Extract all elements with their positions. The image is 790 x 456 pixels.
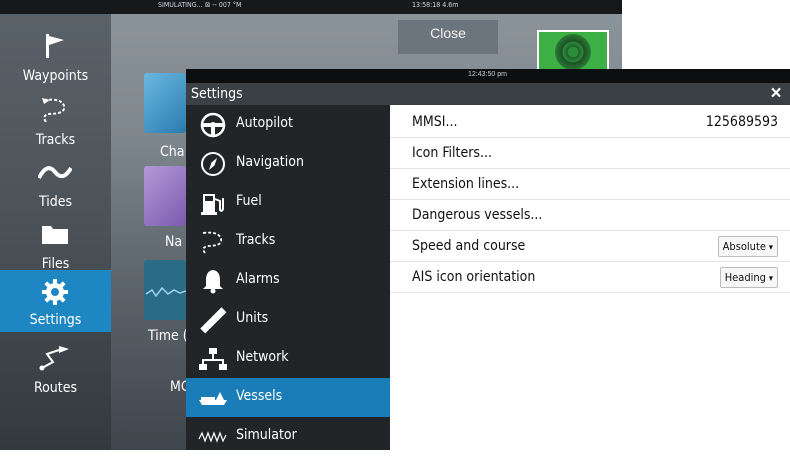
routes-icon (37, 342, 73, 374)
chart-app-label: Cha (160, 144, 185, 160)
radar-icon (555, 34, 591, 70)
settings-menu: Autopilot Navigation Fuel Tracks Alarms (186, 105, 390, 450)
tracks-icon (198, 227, 228, 257)
menu-item-autopilot[interactable]: Autopilot (186, 105, 390, 144)
dangerous-vessels-label: Dangerous vessels... (412, 207, 543, 223)
menu-label: Tracks (236, 232, 276, 248)
clock: 12:43:50 pm (468, 71, 507, 78)
menu-label: Alarms (236, 271, 280, 287)
menu-label: Vessels (236, 388, 283, 404)
time-plot-app-label: Time ( (148, 328, 188, 344)
status-bar: SIMULATING... ⊠ -- 007 °M 13:58:18 4.6m (0, 0, 622, 14)
dropdown-value: Heading (724, 271, 766, 284)
ais-icon-orientation-label: AIS icon orientation (412, 269, 536, 285)
extension-lines-label: Extension lines... (412, 176, 520, 192)
simulating-indicator: SIMULATING... (158, 1, 203, 9)
dock-label: Routes (33, 380, 78, 396)
icon-filters-label: Icon Filters... (412, 145, 492, 161)
row-extension-lines[interactable]: Extension lines... (390, 169, 790, 200)
dock-item-tracks[interactable]: Tracks (0, 88, 111, 152)
radar-app-tile[interactable] (537, 30, 609, 74)
menu-label: Fuel (236, 193, 262, 209)
menu-label: Simulator (236, 427, 297, 443)
side-dock: Waypoints Tracks Tides Files Settings Ro… (0, 14, 111, 450)
close-button[interactable]: Close (398, 20, 498, 54)
settings-titlebar: Settings × (186, 83, 790, 105)
close-icon[interactable]: × (766, 84, 786, 104)
dropdown-value: Absolute (722, 240, 766, 253)
settings-dialog: 12:43:50 pm Settings × Autopilot Navigat… (186, 69, 790, 450)
dock-label: Settings (29, 312, 82, 328)
flag-icon (37, 30, 73, 62)
menu-label: Navigation (236, 154, 304, 170)
vessels-icon (198, 383, 228, 413)
row-mmsi[interactable]: MMSI... 125689593 (390, 107, 790, 138)
menu-item-navigation[interactable]: Navigation (186, 144, 390, 183)
dock-item-files[interactable]: Files (0, 212, 111, 276)
autopilot-wheel-icon (198, 110, 228, 140)
mmsi-value: 125689593 (705, 114, 778, 130)
menu-label: Autopilot (236, 115, 293, 131)
folder-icon (37, 218, 73, 250)
mmsi-label: MMSI... (412, 114, 458, 130)
ruler-icon (198, 305, 228, 335)
settings-title: Settings (191, 86, 243, 102)
menu-item-vessels[interactable]: Vessels (186, 378, 390, 417)
menu-label: Network (236, 349, 289, 365)
menu-item-tracks[interactable]: Tracks (186, 222, 390, 261)
status-readout: ⊠ -- 007 °M (205, 1, 242, 9)
ais-icon-orientation-dropdown[interactable]: Heading ▾ (719, 267, 778, 288)
time-plot-app-tile[interactable] (144, 260, 187, 320)
row-ais-icon-orientation: AIS icon orientation Heading ▾ (390, 262, 790, 293)
menu-item-simulator[interactable]: Simulator (186, 417, 390, 456)
speed-and-course-label: Speed and course (412, 238, 526, 254)
status-time: 13:58:18 4.6m (412, 1, 459, 9)
chevron-down-icon: ▾ (768, 274, 773, 284)
compass-icon (198, 149, 228, 179)
dock-label: Waypoints (22, 68, 89, 84)
chevron-down-icon: ▾ (768, 243, 773, 253)
tracks-icon (37, 94, 73, 126)
dock-item-tides[interactable]: Tides (0, 150, 111, 214)
row-speed-and-course: Speed and course Absolute ▾ (390, 231, 790, 262)
row-icon-filters[interactable]: Icon Filters... (390, 138, 790, 169)
row-dangerous-vessels[interactable]: Dangerous vessels... (390, 200, 790, 231)
dock-item-settings[interactable]: Settings (0, 270, 111, 332)
dock-label: Tracks (35, 132, 76, 148)
menu-label: Units (236, 310, 269, 326)
menu-item-fuel[interactable]: Fuel (186, 183, 390, 222)
fuel-pump-icon (198, 188, 228, 218)
menu-item-units[interactable]: Units (186, 300, 390, 339)
dock-item-waypoints[interactable]: Waypoints (0, 24, 111, 88)
dock-item-routes[interactable]: Routes (0, 336, 111, 400)
gear-icon (37, 276, 73, 308)
menu-item-network[interactable]: Network (186, 339, 390, 378)
nav-app-label: Na (165, 234, 183, 250)
tides-icon (37, 156, 73, 188)
nav-app-tile[interactable] (144, 166, 186, 226)
settings-status-bar: 12:43:50 pm (186, 69, 790, 83)
bell-icon (198, 266, 228, 296)
speed-and-course-dropdown[interactable]: Absolute ▾ (717, 236, 778, 257)
chart-app-tile[interactable] (144, 73, 186, 133)
simulator-icon (198, 422, 228, 452)
menu-item-alarms[interactable]: Alarms (186, 261, 390, 300)
dock-label: Tides (38, 194, 73, 210)
network-icon (198, 344, 228, 374)
